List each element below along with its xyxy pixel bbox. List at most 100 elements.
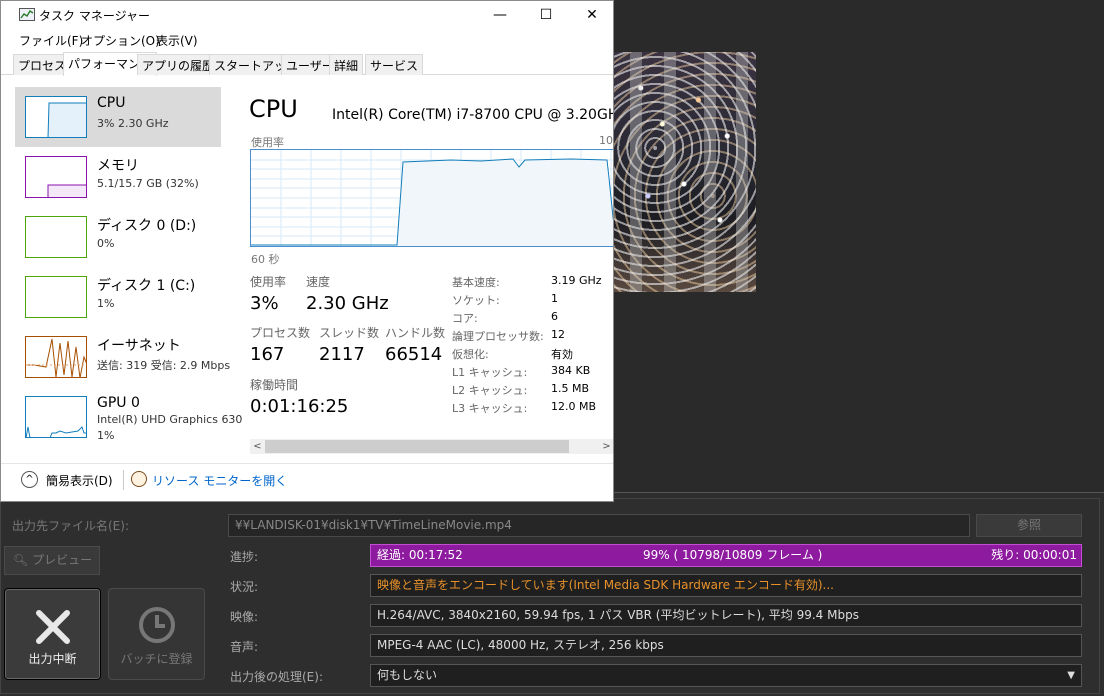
output-file-label: 出力先ファイル名(E): [12, 519, 129, 533]
resource-name: GPU 0 [97, 395, 140, 411]
audio-label: 音声: [230, 640, 259, 654]
after-process-select[interactable]: 何もしない ▼ [370, 664, 1082, 687]
minimize-button[interactable]: — [477, 1, 523, 29]
status-field: 映像と音声をエンコードしています(Intel Media SDK Hardwar… [370, 574, 1082, 597]
audio-info-field: MPEG-4 AAC (LC), 48000 Hz, ステレオ, 256 kbp… [370, 634, 1082, 657]
add-to-batch-label: バッチに登録 [120, 652, 193, 666]
video-label: 映像: [230, 610, 259, 624]
output-file-input[interactable]: ¥¥LANDISK-01¥disk1¥TV¥TimeLineMovie.mp4 [228, 514, 970, 537]
menu-view[interactable]: 表示(V) [156, 32, 198, 49]
tab-services[interactable]: サービス [365, 54, 424, 75]
video-info-field: H.264/AVC, 3840x2160, 59.94 fps, 1 パス VB… [370, 604, 1082, 627]
threads-label: スレッド数 [319, 326, 380, 340]
gpu-mini-graph [25, 396, 87, 438]
disk1-mini-graph [25, 276, 87, 318]
cpu-model: Intel(R) Core(TM) i7-8700 CPU @ 3.20GHz [332, 107, 614, 123]
maximize-button[interactable]: ☐ [523, 1, 569, 29]
open-resource-monitor-link[interactable]: リソース モニターを開く [152, 472, 287, 489]
progress-label: 進捗: [230, 550, 259, 564]
search-icon: 🔍︎ [13, 553, 29, 567]
cores-value: 6 [551, 310, 558, 323]
elapsed-time: 経過: 00:17:52 [377, 548, 463, 562]
divider [123, 470, 124, 490]
remaining-time: 残り: 00:00:01 [991, 548, 1077, 562]
l1-cache-label: L1 キャッシュ: [452, 366, 528, 379]
scroll-left-icon[interactable]: < [250, 439, 265, 454]
resource-detail: 1% [97, 297, 115, 310]
clock-icon [139, 607, 175, 643]
disk0-mini-graph [25, 216, 87, 258]
tab-bar: プロセス パフォーマンス アプリの履歴 スタートアップ ユーザー 詳細 サービス [1, 52, 613, 76]
graph-label: 使用率 [251, 136, 284, 149]
cpu-title: CPU [249, 95, 298, 123]
processes-label: プロセス数 [250, 326, 311, 340]
virtualization-value: 有効 [551, 348, 573, 361]
resource-detail: 0% [97, 237, 115, 250]
sockets-value: 1 [551, 292, 558, 305]
resource-gpu-0[interactable]: GPU 0 Intel(R) UHD Graphics 630 1% [15, 387, 242, 447]
horizontal-scrollbar[interactable]: < > [250, 439, 613, 454]
cpu-mini-graph [25, 96, 87, 138]
resource-name: メモリ [97, 158, 139, 174]
close-button[interactable]: ✕ [569, 1, 613, 29]
title-bar: タスク マネージャー — ☐ ✕ [1, 1, 613, 29]
l3-cache-value: 12.0 MB [551, 400, 597, 413]
after-process-value: 何もしない [377, 668, 438, 682]
graph-time-label: 60 秒 [251, 253, 280, 266]
l3-cache-label: L3 キャッシュ: [452, 402, 528, 415]
add-to-batch-button[interactable]: バッチに登録 [108, 588, 205, 680]
preview-button[interactable]: 🔍︎ プレビュー [4, 546, 100, 575]
resource-detail: 送信: 319 受信: 2.9 Mbps [97, 359, 231, 372]
resource-cpu[interactable]: CPU 3% 2.30 GHz [15, 87, 221, 147]
resource-list: CPU 3% 2.30 GHz メモリ 5.1/15.7 GB (32%) ディ… [13, 83, 242, 453]
resource-disk-1[interactable]: ディスク 1 (C:) 1% [15, 267, 221, 327]
ethernet-mini-graph [25, 336, 87, 378]
resource-name: ディスク 0 (D:) [97, 218, 197, 234]
stop-output-label: 出力中断 [28, 652, 77, 666]
l2-cache-label: L2 キャッシュ: [452, 384, 528, 397]
resource-memory[interactable]: メモリ 5.1/15.7 GB (32%) [15, 147, 221, 207]
resource-ethernet[interactable]: イーサネット 送信: 319 受信: 2.9 Mbps [15, 327, 230, 387]
resource-detail: 5.1/15.7 GB (32%) [97, 177, 199, 190]
logical-processors-label: 論理プロセッサ数: [452, 330, 544, 343]
chevron-down-icon: ▼ [1067, 670, 1075, 681]
scroll-right-icon[interactable]: > [599, 439, 613, 454]
cpu-detail-panel: CPU Intel(R) Core(TM) i7-8700 CPU @ 3.20… [239, 83, 614, 463]
threads-value: 2117 [319, 344, 365, 365]
speed-value: 2.30 GHz [306, 293, 389, 314]
l1-cache-value: 384 KB [551, 364, 591, 377]
usage-label: 使用率 [250, 275, 287, 289]
after-process-label: 出力後の処理(E): [230, 670, 323, 684]
tab-details[interactable]: 詳細 [329, 54, 364, 75]
progress-percent: 99% ( 10798/10809 フレーム ) [643, 548, 823, 562]
processes-value: 167 [250, 344, 285, 365]
menu-options[interactable]: オプション(O) [81, 32, 160, 49]
status-label: 状況: [230, 580, 259, 594]
sockets-label: ソケット: [452, 294, 500, 307]
video-preview-image [612, 52, 756, 292]
speed-label: 速度 [306, 275, 331, 289]
logical-processors-value: 12 [551, 328, 565, 341]
graph-max-label: 100% [599, 134, 613, 147]
base-speed-value: 3.19 GHz [551, 274, 602, 287]
stop-output-button[interactable]: 出力中断 [4, 588, 101, 680]
l2-cache-value: 1.5 MB [551, 382, 590, 395]
tab-app-history[interactable]: アプリの履歴 [137, 54, 220, 75]
chevron-up-icon[interactable]: ^ [21, 471, 38, 488]
resource-name: イーサネット [97, 338, 181, 354]
task-manager-icon [19, 8, 35, 21]
memory-mini-graph [25, 156, 87, 198]
fewer-details-link[interactable]: 簡易表示(D) [46, 472, 113, 489]
resource-disk-0[interactable]: ディスク 0 (D:) 0% [15, 207, 221, 267]
preview-button-label: プレビュー [32, 553, 93, 567]
resource-detail: 3% 2.30 GHz [97, 117, 169, 130]
usage-value: 3% [250, 293, 279, 314]
window-title: タスク マネージャー [39, 9, 150, 23]
virtualization-label: 仮想化: [452, 348, 489, 361]
scrollbar-thumb[interactable] [265, 440, 569, 453]
resource-usage: 1% [97, 429, 115, 442]
close-icon [36, 610, 70, 644]
menu-file[interactable]: ファイル(F) [19, 32, 83, 49]
browse-button[interactable]: 参照 [976, 514, 1082, 537]
uptime-value: 0:01:16:25 [250, 396, 349, 417]
